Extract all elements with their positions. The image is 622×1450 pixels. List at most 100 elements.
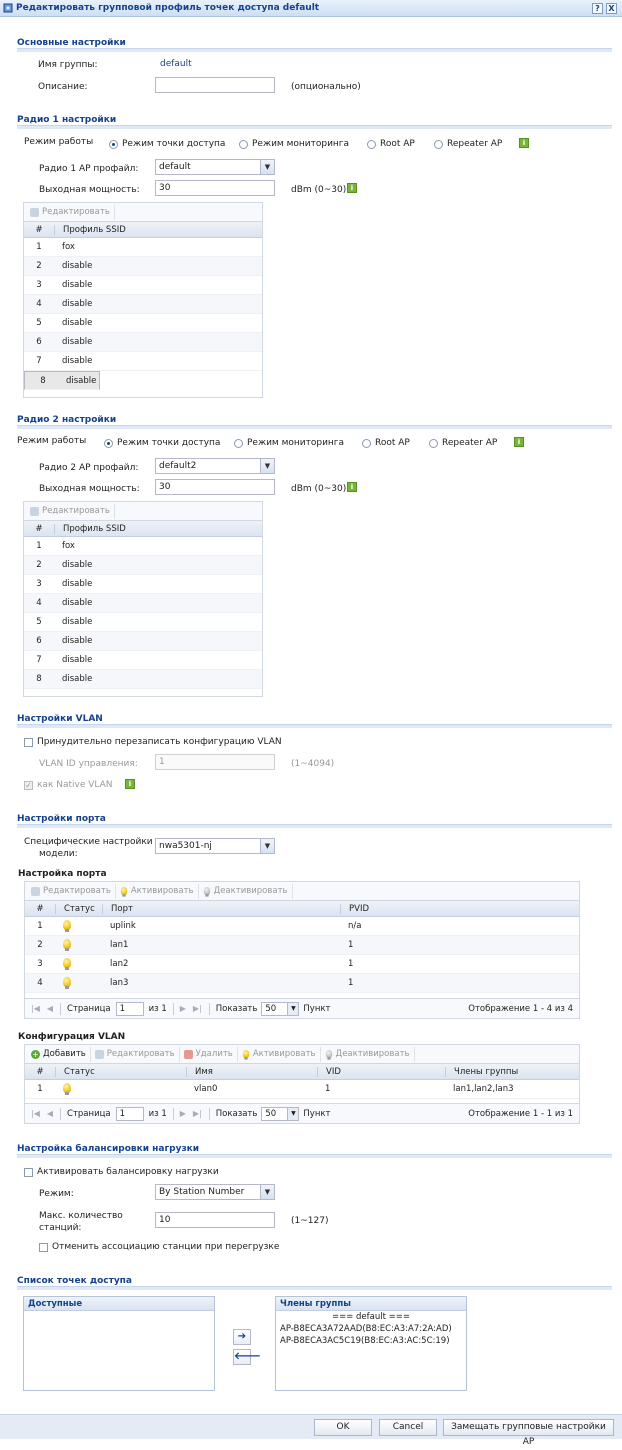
table-row[interactable]: 3 lan2 1 xyxy=(25,955,579,974)
section-basic-title: Основные настройки xyxy=(17,38,126,48)
radio1-profile-select[interactable]: default ▼ xyxy=(155,159,275,175)
model-select[interactable]: nwa5301-nj ▼ xyxy=(155,838,275,854)
info-icon[interactable]: i xyxy=(347,183,357,193)
radio2-mode-monitor[interactable]: Режим мониторинга xyxy=(234,438,344,448)
edit-icon xyxy=(94,1049,104,1059)
info-icon[interactable]: i xyxy=(514,437,524,447)
radio2-mode-rootap[interactable]: Root AP xyxy=(362,438,410,448)
arrow-right-icon: ➔ xyxy=(237,1331,247,1342)
grid-header: # Статус Порт PVID xyxy=(25,901,579,917)
port-edit-button[interactable]: Редактировать xyxy=(27,883,116,899)
replace-group-settings-button[interactable]: Замещать групповые настройки AP xyxy=(443,1419,614,1447)
table-row[interactable]: 1 fox xyxy=(24,537,262,556)
page-input[interactable]: 1 xyxy=(115,1106,144,1121)
table-row[interactable]: 3 disable xyxy=(24,276,262,295)
grid-header: # Профиль SSID xyxy=(24,222,262,238)
table-row[interactable]: 1 uplink n/a xyxy=(25,917,579,936)
radio1-edit-button[interactable]: Редактировать xyxy=(26,204,115,220)
table-row[interactable]: 8 disable xyxy=(24,371,101,390)
table-row[interactable]: 5 disable xyxy=(24,613,262,632)
radio1-mode-ap[interactable]: Режим точки доступа xyxy=(109,139,225,149)
available-ap-list[interactable]: Доступные xyxy=(23,1296,215,1391)
section-radio2-title: Радио 2 настройки xyxy=(17,415,117,425)
window-title-bar: Редактировать групповой профиль точек до… xyxy=(0,0,622,17)
port-activate-button[interactable]: Активировать xyxy=(116,883,199,899)
radio2-power-input[interactable]: 30 xyxy=(155,479,275,495)
close-button[interactable]: X xyxy=(606,3,617,14)
lb-max-input[interactable]: 10 xyxy=(155,1212,275,1228)
prev-page-icon[interactable]: ◀ xyxy=(47,1109,53,1118)
cancel-button[interactable]: Cancel xyxy=(379,1419,437,1436)
table-row[interactable]: 4 lan3 1 xyxy=(25,974,579,993)
lb-mode-select[interactable]: By Station Number ▼ xyxy=(155,1184,275,1200)
radio1-mode-repeater[interactable]: Repeater AP xyxy=(434,139,502,149)
help-button[interactable]: ? xyxy=(592,3,603,14)
page-size-select[interactable]: 50 ▼ xyxy=(261,1001,300,1016)
ok-button[interactable]: OK xyxy=(314,1419,372,1436)
last-page-icon[interactable]: ▶| xyxy=(193,1004,202,1013)
group-members-list[interactable]: Члены группы === default === AP-B8ECA3A7… xyxy=(275,1296,467,1391)
radio2-edit-button[interactable]: Редактировать xyxy=(26,503,115,519)
chevron-down-icon: ▼ xyxy=(287,1002,299,1015)
info-icon[interactable]: i xyxy=(125,779,135,789)
description-hint: (опционально) xyxy=(291,82,361,92)
radio1-mode-rootap[interactable]: Root AP xyxy=(367,139,415,149)
next-page-icon[interactable]: ▶ xyxy=(180,1004,186,1013)
radio2-power-unit: dBm (0~30) xyxy=(291,484,347,494)
section-port-title: Настройки порта xyxy=(17,814,106,824)
table-row[interactable]: 4 disable xyxy=(24,295,262,314)
table-row[interactable]: 2 disable xyxy=(24,556,262,575)
page-size-select[interactable]: 50 ▼ xyxy=(261,1106,300,1121)
table-row[interactable]: 7 disable xyxy=(24,352,262,371)
prev-page-icon[interactable]: ◀ xyxy=(47,1004,53,1013)
table-row[interactable]: 2 disable xyxy=(24,257,262,276)
list-item[interactable]: AP-B8ECA3AC5C19(B8:EC:A3:AC:5C:19) xyxy=(276,1334,466,1346)
vlan-activate-button[interactable]: Активировать xyxy=(238,1046,321,1062)
info-icon[interactable]: i xyxy=(519,138,529,148)
radio1-power-unit: dBm (0~30) xyxy=(291,185,347,195)
radio2-mode-repeater[interactable]: Repeater AP xyxy=(429,438,497,448)
table-row[interactable]: 1 vlan0 1 lan1,lan2,lan3 xyxy=(25,1080,579,1099)
lb-disassoc-checkbox[interactable]: Отменить ассоциацию станции при перегруз… xyxy=(39,1242,279,1252)
table-row[interactable]: 6 disable xyxy=(24,333,262,352)
vlan-id-input[interactable]: 1 xyxy=(155,754,275,770)
port-config-title: Настройка порта xyxy=(18,869,107,879)
table-row[interactable]: 3 disable xyxy=(24,575,262,594)
checkbox-checked-icon: ✓ xyxy=(24,780,33,790)
vlan-add-button[interactable]: + Добавить xyxy=(27,1046,91,1062)
page-input[interactable]: 1 xyxy=(115,1001,144,1016)
radio1-power-input[interactable]: 30 xyxy=(155,180,275,196)
info-icon[interactable]: i xyxy=(347,482,357,492)
radio1-mode-monitor[interactable]: Режим мониторинга xyxy=(239,139,349,149)
first-page-icon[interactable]: |◀ xyxy=(31,1004,40,1013)
lb-activate-checkbox[interactable]: Активировать балансировку нагрузки xyxy=(24,1167,219,1177)
radio2-profile-select[interactable]: default2 ▼ xyxy=(155,458,275,474)
next-page-icon[interactable]: ▶ xyxy=(180,1109,186,1118)
list-item[interactable]: AP-B8ECA3A72AAD(B8:EC:A3:A7:2A:AD) xyxy=(276,1322,466,1334)
vlan-force-checkbox[interactable]: Принудительно перезаписать конфигурацию … xyxy=(24,737,282,747)
last-page-icon[interactable]: ▶| xyxy=(193,1109,202,1118)
radio2-mode-ap[interactable]: Режим точки доступа xyxy=(104,438,220,448)
vlan-delete-button[interactable]: Удалить xyxy=(180,1046,238,1062)
table-row[interactable]: 1 fox xyxy=(24,238,262,257)
move-right-button[interactable]: ➔ xyxy=(233,1329,251,1345)
first-page-icon[interactable]: |◀ xyxy=(31,1109,40,1118)
move-left-button[interactable]: 🡐 xyxy=(233,1349,261,1365)
native-vlan-checkbox[interactable]: ✓ как Native VLAN xyxy=(24,780,113,790)
table-row[interactable]: 8 disable xyxy=(24,670,262,689)
table-row[interactable]: 4 disable xyxy=(24,594,262,613)
vlan-deactivate-button[interactable]: Деактивировать xyxy=(321,1046,415,1062)
vlan-edit-button[interactable]: Редактировать xyxy=(91,1046,180,1062)
lb-max-label-2: станций: xyxy=(39,1223,82,1233)
table-row[interactable]: 7 disable xyxy=(24,651,262,670)
description-input[interactable] xyxy=(155,77,275,93)
table-row[interactable]: 2 lan1 1 xyxy=(25,936,579,955)
port-deactivate-button[interactable]: Деактивировать xyxy=(199,883,293,899)
radio1-power-label: Выходная мощность: xyxy=(39,185,140,195)
port-pager: |◀ ◀ Страница 1 из 1 ▶ ▶| Показать 50 ▼ Пун… xyxy=(25,998,579,1018)
window-icon xyxy=(3,3,13,13)
table-row[interactable]: 6 disable xyxy=(24,632,262,651)
grid-toolbar: Редактировать Активировать Деактивироват… xyxy=(25,882,579,901)
table-row[interactable]: 5 disable xyxy=(24,314,262,333)
vlan-id-range: (1~4094) xyxy=(291,759,335,769)
